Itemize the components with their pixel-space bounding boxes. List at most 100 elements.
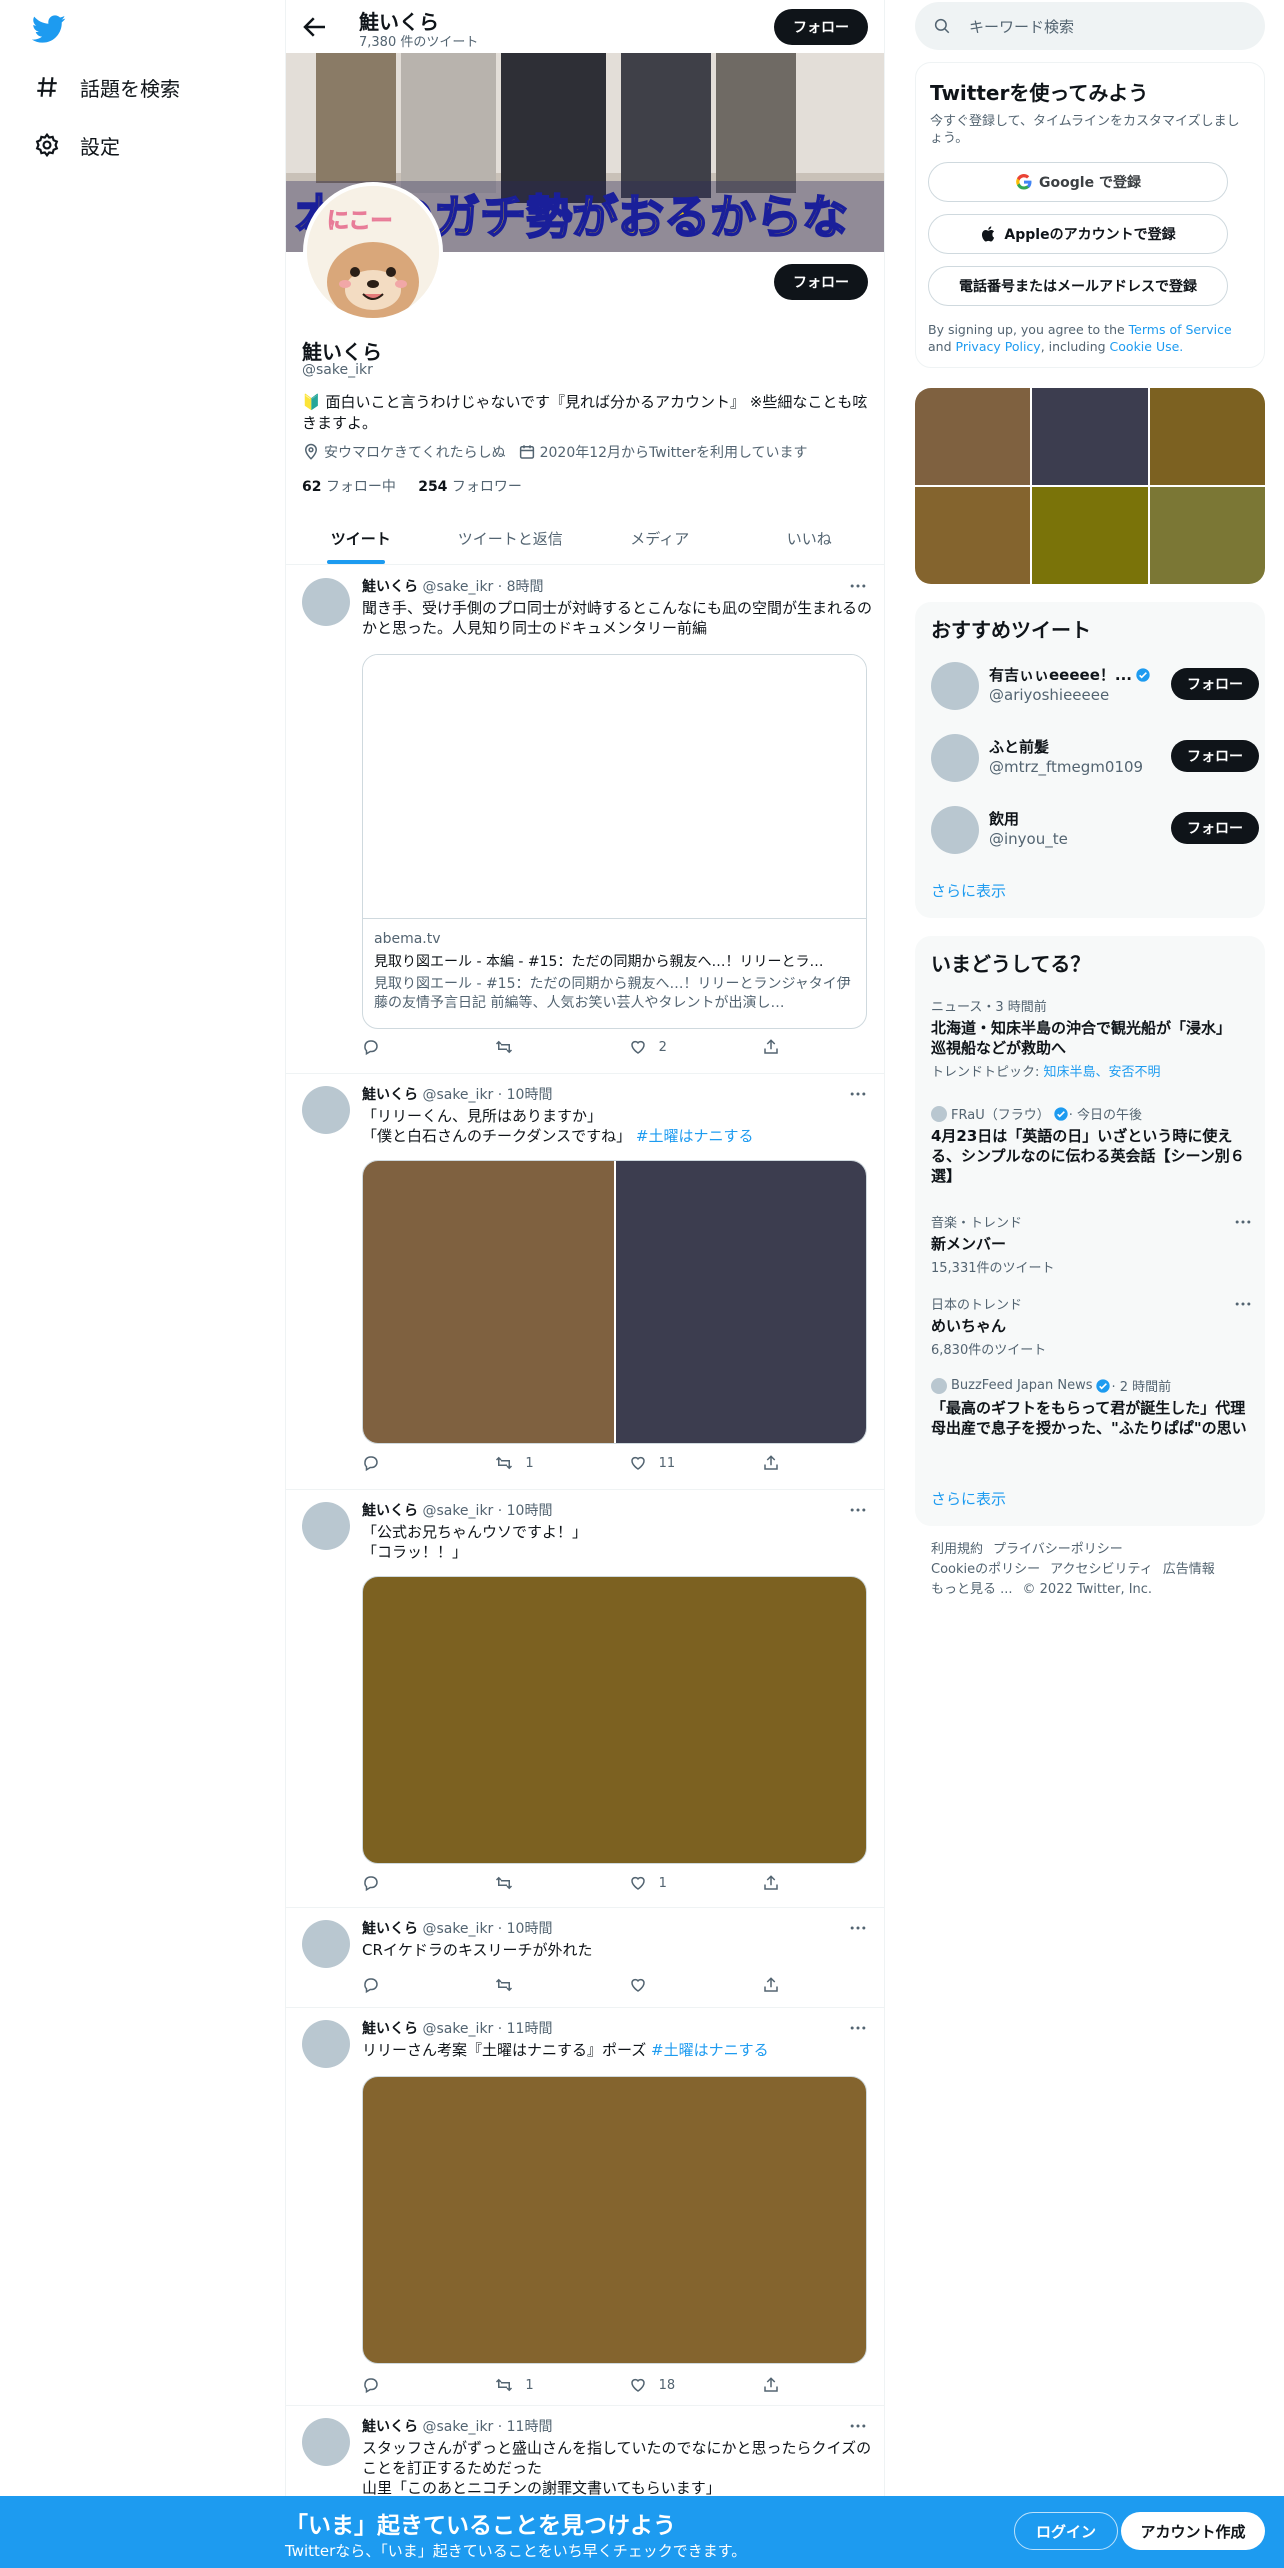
cookie-use-link[interactable]: Cookie Use. xyxy=(1110,339,1184,354)
google-signup-button[interactable]: Google で登録 xyxy=(928,162,1228,202)
tweet-avatar[interactable] xyxy=(302,2418,350,2466)
nav-settings[interactable]: 設定 xyxy=(34,125,120,165)
tweet[interactable]: 鮭いくら @sake_ikr · 10時間 「リリーくん、見所はありますか」 「… xyxy=(286,1074,884,1490)
tweet[interactable]: 鮭いくら @sake_ikr · 11時間 リリーさん考案『土曜はナニする』ポー… xyxy=(286,2008,884,2406)
tweet-avatar[interactable] xyxy=(302,1920,350,1968)
follow-button[interactable]: フォロー xyxy=(1171,812,1259,844)
account-avatar[interactable] xyxy=(931,734,979,782)
share-button[interactable] xyxy=(762,2376,792,2394)
media-thumbnail[interactable] xyxy=(1149,388,1265,485)
apple-signup-button[interactable]: Appleのアカウントで登録 xyxy=(928,214,1228,254)
tab-tweets[interactable]: ツイート xyxy=(286,512,436,564)
like-button[interactable]: 18 xyxy=(629,2376,729,2394)
nav-explore[interactable]: 話題を検索 xyxy=(34,67,180,107)
hashtag-link[interactable]: #土曜はナニする xyxy=(651,2041,769,2059)
reply-button[interactable] xyxy=(362,1038,462,1056)
tweet-avatar[interactable] xyxy=(302,2020,350,2068)
back-arrow-icon[interactable] xyxy=(300,12,330,42)
search-input[interactable]: キーワード検索 xyxy=(915,2,1265,50)
tweet[interactable]: 鮭いくら @sake_ikr · 10時間 「公式お兄ちゃんウソですよ！」 「コ… xyxy=(286,1490,884,1908)
share-button[interactable] xyxy=(762,1874,792,1892)
reply-button[interactable] xyxy=(362,2376,462,2394)
more-icon[interactable] xyxy=(1233,1294,1253,1314)
reply-button[interactable] xyxy=(362,1874,462,1892)
retweet-button[interactable]: 1 xyxy=(495,1454,595,1472)
media-thumbnail[interactable] xyxy=(915,388,1031,485)
like-button[interactable]: 11 xyxy=(629,1454,729,1472)
media-thumbnail[interactable] xyxy=(1032,487,1148,584)
header-follow-button[interactable]: フォロー xyxy=(774,9,868,45)
tweet[interactable]: 鮭いくら @sake_ikr · 8時間 聞き手、受け手側のプロ同士が対峙すると… xyxy=(286,566,884,1074)
tweet-avatar[interactable] xyxy=(302,1502,350,1550)
tweet-avatar[interactable] xyxy=(302,578,350,626)
footer-terms-link[interactable]: 利用規約 xyxy=(931,1542,983,1557)
share-button[interactable] xyxy=(762,1038,792,1056)
hashtag-link[interactable]: #土曜はナニする xyxy=(636,1127,754,1145)
follow-button[interactable]: フォロー xyxy=(1171,740,1259,772)
more-icon[interactable] xyxy=(1233,1212,1253,1232)
more-icon[interactable] xyxy=(848,2018,868,2038)
like-button[interactable] xyxy=(629,1976,729,1994)
trend-item[interactable]: BuzzFeed Japan News · 2 時間前 「最高のギフトをもらって… xyxy=(931,1376,1249,1438)
tweet-author-name[interactable]: 鮭いくら xyxy=(362,2021,418,2037)
followers-link[interactable]: 254 フォロワー xyxy=(418,479,522,495)
more-icon[interactable] xyxy=(848,576,868,596)
following-link[interactable]: 62 フォロー中 xyxy=(302,479,396,495)
retweet-button[interactable] xyxy=(495,1038,595,1056)
terms-of-service-link[interactable]: Terms of Service xyxy=(1129,322,1232,337)
profile-follow-button[interactable]: フォロー xyxy=(774,264,868,300)
trend-item[interactable]: 日本のトレンド めいちゃん 6,830件のツイート xyxy=(931,1294,1251,1358)
create-account-button[interactable]: アカウント作成 xyxy=(1121,2512,1265,2550)
footer-more-link[interactable]: もっと見る ... xyxy=(931,1582,1013,1597)
tab-media[interactable]: メディア xyxy=(585,512,735,564)
account-avatar[interactable] xyxy=(931,806,979,854)
tweet-author-name[interactable]: 鮭いくら xyxy=(362,579,418,595)
media-thumbnail[interactable] xyxy=(1032,388,1148,485)
like-button[interactable]: 2 xyxy=(629,1038,729,1056)
link-card[interactable]: abema.tv 見取り図エール - 本編 - #15：ただの同期から親友へ…！… xyxy=(362,654,867,1029)
tweet-author-name[interactable]: 鮭いくら xyxy=(362,1921,418,1937)
show-more-link[interactable]: さらに表示 xyxy=(931,880,1006,901)
reply-button[interactable] xyxy=(362,1976,462,1994)
like-button[interactable]: 1 xyxy=(629,1874,729,1892)
tweet-avatar[interactable] xyxy=(302,1086,350,1134)
share-button[interactable] xyxy=(762,1976,792,1994)
trend-topic-links[interactable]: 知床半島、安否不明 xyxy=(1044,1065,1161,1080)
retweet-button[interactable] xyxy=(495,1874,595,1892)
footer-privacy-link[interactable]: プライバシーポリシー xyxy=(993,1542,1123,1557)
recommended-account[interactable]: 飲用 @inyou_te フォロー xyxy=(931,802,1259,858)
reply-button[interactable] xyxy=(362,1454,462,1472)
privacy-policy-link[interactable]: Privacy Policy xyxy=(956,339,1041,354)
footer-ads-link[interactable]: 広告情報 xyxy=(1163,1562,1215,1577)
tweet-photo[interactable] xyxy=(362,2076,867,2364)
media-thumbnail[interactable] xyxy=(1149,487,1265,584)
trend-item[interactable]: FRaU（フラウ） · 今日の午後 4月23日は「英語の日」いざという時に使える… xyxy=(931,1104,1249,1186)
share-button[interactable] xyxy=(762,1454,792,1472)
profile-avatar[interactable]: にこー xyxy=(303,182,443,322)
media-thumbnail[interactable] xyxy=(915,487,1031,584)
account-avatar[interactable] xyxy=(931,662,979,710)
footer-accessibility-link[interactable]: アクセシビリティ xyxy=(1050,1562,1153,1577)
tweet-media[interactable] xyxy=(362,1160,867,1444)
retweet-button[interactable]: 1 xyxy=(495,2376,595,2394)
more-icon[interactable] xyxy=(848,1918,868,1938)
more-icon[interactable] xyxy=(848,1500,868,1520)
twitter-logo-icon[interactable] xyxy=(32,12,66,46)
tab-likes[interactable]: いいね xyxy=(735,512,885,564)
trend-item[interactable]: ニュース・3 時間前 北海道・知床半島の沖合で観光船が「浸水」 巡視船などが救助… xyxy=(931,996,1249,1080)
trend-item[interactable]: 音楽・トレンド 新メンバー 15,331件のツイート xyxy=(931,1212,1251,1276)
tweet-author-name[interactable]: 鮭いくら xyxy=(362,1503,418,1519)
tweet-photo[interactable] xyxy=(615,1161,866,1443)
tweet[interactable]: 鮭いくら @sake_ikr · 10時間 CRイケドラのキスリーチが外れた xyxy=(286,1908,884,2008)
tweet-photo[interactable] xyxy=(362,1576,867,1864)
show-more-link[interactable]: さらに表示 xyxy=(931,1488,1006,1509)
tweet-author-name[interactable]: 鮭いくら xyxy=(362,1087,418,1103)
footer-cookie-link[interactable]: Cookieのポリシー xyxy=(931,1562,1040,1577)
tab-tweets-and-replies[interactable]: ツイートと返信 xyxy=(436,512,586,564)
login-button[interactable]: ログイン xyxy=(1014,2512,1118,2550)
recommended-account[interactable]: 有吉ぃぃeeeee！... @ariyoshieeeee フォロー xyxy=(931,658,1259,714)
more-icon[interactable] xyxy=(848,1084,868,1104)
phone-email-signup-button[interactable]: 電話番号またはメールアドレスで登録 xyxy=(928,266,1228,306)
retweet-button[interactable] xyxy=(495,1976,595,1994)
more-icon[interactable] xyxy=(848,2416,868,2436)
